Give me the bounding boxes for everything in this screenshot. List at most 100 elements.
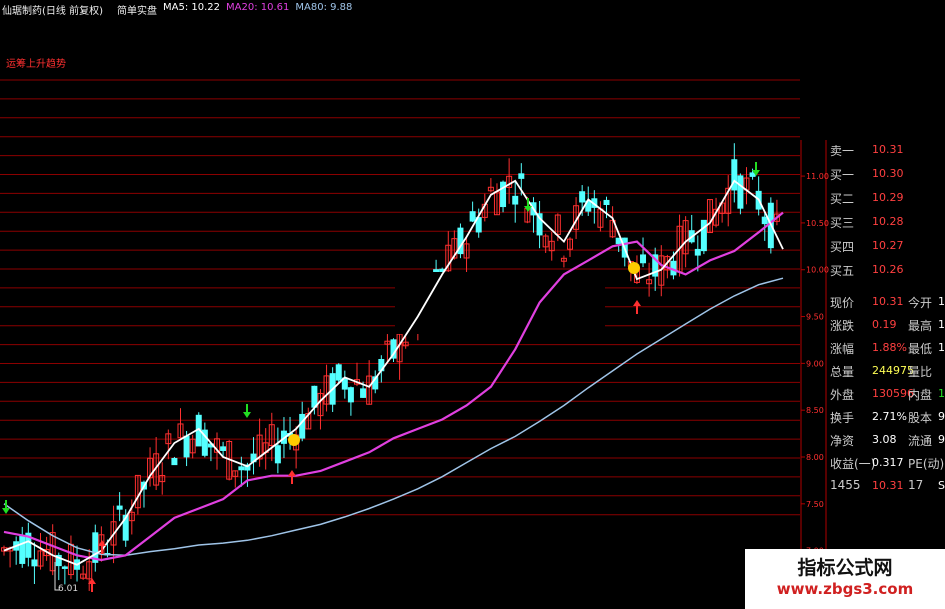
stat-label: 17 [908, 478, 924, 492]
quote-value: 10.31 [872, 143, 904, 156]
quote-row: 买五 10.26 [826, 260, 945, 280]
quote-label: 买三 [830, 216, 855, 230]
candle-body [171, 457, 178, 466]
quote-row: 买三 10.28 [826, 212, 945, 232]
candle-body [360, 388, 367, 398]
quote-value: 10.28 [872, 215, 904, 228]
stat-label: 收益(一) [830, 457, 876, 471]
stat-row: 涨幅 1.88% 最低 1 [826, 338, 945, 358]
stat-label: 总量 [830, 365, 855, 379]
candle-body [518, 173, 525, 179]
quote-value: 10.30 [872, 167, 904, 180]
quote-value: 10.29 [872, 191, 904, 204]
ma80-line [3, 277, 784, 557]
stat-label: 1455 [830, 478, 861, 492]
candle-body [116, 505, 123, 510]
quote-row: 买一 10.30 [826, 164, 945, 184]
stat-label: 内盘 [908, 388, 933, 402]
quote-label: 买二 [830, 192, 855, 206]
candle-body [299, 413, 306, 439]
stat-value: 1 [938, 318, 945, 331]
candle-body [220, 446, 227, 451]
stat-value: 9. [938, 410, 945, 423]
stat-label: 今开 [908, 296, 933, 310]
stat-value: S [938, 479, 945, 492]
stat-row: 总量 244975 量比 [826, 361, 945, 381]
stat-row: 净资 3.08 流通 9. [826, 430, 945, 450]
y-tick-label: 9.50 [806, 313, 824, 322]
watermark-title: 指标公式网 [797, 557, 893, 579]
stat-label: 量比 [908, 365, 933, 379]
stat-row: 收益(一) 0.317 PE(动) [826, 453, 945, 473]
stat-value: 1.88% [872, 341, 907, 354]
stat-value: 0.317 [872, 456, 904, 469]
watermark: 指标公式网 www.zbgs3.com [745, 549, 945, 609]
stat-label: 最低 [908, 342, 933, 356]
stat-value: 10.31 [872, 295, 904, 308]
stat-row: 换手 2.71%股本 9. [826, 407, 945, 427]
low-price-label: 6.01 [58, 584, 79, 594]
candle-body [694, 248, 701, 256]
stat-value: 11 [938, 387, 945, 400]
candle-body [335, 364, 342, 381]
stat-label: 涨幅 [830, 342, 855, 356]
quote-value: 10.26 [872, 263, 904, 276]
candle-body [512, 195, 519, 205]
stat-label: PE(动) [908, 457, 945, 471]
candle-body [700, 219, 707, 252]
quote-value: 10.27 [872, 239, 904, 252]
candle-body [761, 216, 768, 225]
candle-body [640, 254, 647, 264]
stat-row: 1455 10.31 17 S [826, 476, 945, 496]
stat-value: 10.31 [872, 479, 904, 492]
candle-body [274, 445, 281, 464]
signal-smile-icon [288, 434, 300, 446]
stat-value: 2.71% [872, 410, 907, 423]
ma20-legend: MA20: 10.61 [226, 2, 290, 13]
watermark-url: www.zbgs3.com [776, 580, 914, 598]
stat-value: 3.08 [872, 433, 897, 446]
candle-body [19, 535, 26, 564]
stat-row: 外盘130596内盘11 [826, 384, 945, 404]
quote-panel: 卖一 10.31 买一 10.30 买二 10.29 买三 10.28 买四 10.27 买五 10.… [826, 140, 945, 609]
price-chart[interactable]: 11.0010.5010.009.509.008.508.007.507.00 [0, 0, 945, 609]
candle-body [579, 191, 586, 203]
y-tick-label: 8.50 [806, 406, 824, 415]
signal-smile-icon [628, 262, 640, 274]
candle-body [183, 435, 190, 458]
stock-title: 仙琚制药(日线 前复权) [2, 6, 103, 17]
candle-body [737, 175, 744, 209]
quote-label: 买一 [830, 168, 855, 182]
stat-value: 1 [938, 341, 945, 354]
stat-value: 9. [938, 433, 945, 446]
stat-label: 最高 [908, 319, 933, 333]
stat-label: 换手 [830, 411, 855, 425]
stat-label: 净资 [830, 434, 855, 448]
candle-body [603, 199, 610, 206]
candle-body [238, 466, 245, 471]
candle-body [347, 387, 354, 403]
stat-row: 涨跌 0.19 最高 1 [826, 315, 945, 335]
quote-label: 买四 [830, 240, 855, 254]
y-tick-label: 8.00 [806, 453, 824, 462]
stat-label: 外盘 [830, 388, 855, 402]
ma80-legend: MA80: 9.88 [295, 2, 353, 13]
candle-body [469, 211, 476, 222]
stat-label: 涨跌 [830, 319, 855, 333]
sell-arrow-icon [243, 404, 251, 418]
quote-row: 买四 10.27 [826, 236, 945, 256]
stat-label: 现价 [830, 296, 855, 310]
quote-row: 买二 10.29 [826, 188, 945, 208]
indicator-name: 简单实盘 [116, 6, 157, 17]
ma5-legend: MA5: 10.22 [162, 2, 220, 13]
quote-row: 卖一 10.31 [826, 140, 945, 160]
y-tick-label: 7.50 [806, 500, 824, 509]
stat-row: 现价 10.31 今开 1 [826, 292, 945, 312]
candle-body [31, 559, 38, 567]
candle-body [61, 566, 68, 569]
y-tick-label: 9.00 [806, 359, 824, 368]
stat-label: 股本 [908, 411, 933, 425]
quote-label: 买五 [830, 264, 855, 278]
stat-label: 流通 [908, 434, 933, 448]
quote-label: 卖一 [830, 144, 855, 158]
